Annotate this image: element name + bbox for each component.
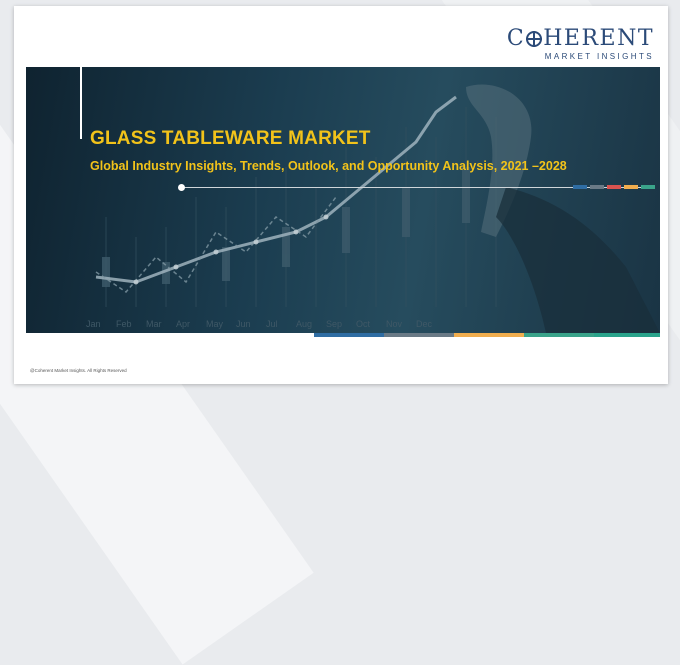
footer-bar-segment — [314, 333, 384, 337]
copyright-notice: @Coherent Market Insights. All Rights Re… — [30, 368, 127, 373]
month-label: Oct — [356, 319, 371, 329]
footer-bar-segment — [594, 333, 660, 337]
footer-color-bar — [314, 333, 660, 337]
month-label: Sep — [326, 319, 343, 329]
background-month-labels: Jan Feb Mar Apr May Jun Jul Aug Sep Oct … — [86, 319, 446, 329]
footer-bar-segment — [384, 333, 454, 337]
swatch — [624, 185, 638, 189]
color-swatches — [573, 185, 655, 189]
month-label: Jul — [266, 319, 278, 329]
logo-tagline: MARKET INSIGHTS — [544, 52, 654, 61]
logo-wordmark: C HERENT — [506, 26, 654, 51]
month-label: Dec — [416, 319, 433, 329]
hero-banner: GLASS TABLEWARE MARKET Global Industry I… — [26, 67, 660, 333]
month-label: Apr — [176, 319, 191, 329]
month-label: Feb — [116, 319, 132, 329]
report-subtitle: Global Industry Insights, Trends, Outloo… — [90, 159, 567, 173]
report-cover-slide: C HERENT MARKET INSIGHTS GLASS TABLEWARE… — [14, 6, 668, 384]
month-label: Mar — [146, 319, 162, 329]
swatch — [641, 185, 655, 189]
month-label: Aug — [296, 319, 313, 329]
month-label: Jun — [236, 319, 251, 329]
footer-bar-segment — [524, 333, 594, 337]
coherent-logo: C HERENT MARKET INSIGHTS — [506, 26, 654, 62]
title-accent-line — [80, 67, 82, 139]
month-label: Nov — [386, 319, 403, 329]
logo-o-crosshair-icon — [526, 31, 543, 47]
swatch — [607, 185, 621, 189]
swatch — [590, 185, 604, 189]
footer-bar-segment — [454, 333, 524, 337]
background-chart-graphic — [95, 84, 660, 333]
report-title: GLASS TABLEWARE MARKET — [90, 128, 371, 149]
month-label: May — [206, 319, 224, 329]
month-label: Jan — [86, 319, 101, 329]
swatch — [573, 185, 587, 189]
divider-dot — [178, 184, 185, 191]
